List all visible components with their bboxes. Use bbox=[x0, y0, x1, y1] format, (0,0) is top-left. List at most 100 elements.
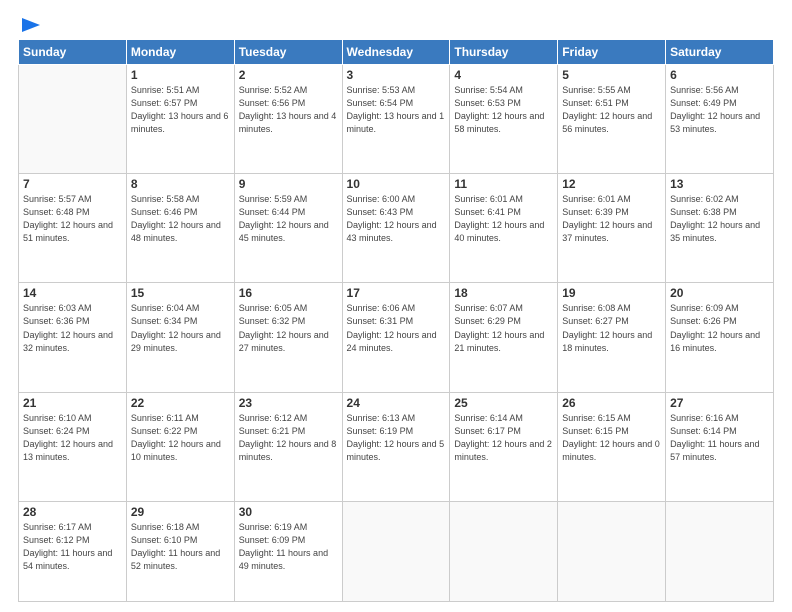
day-number: 23 bbox=[239, 396, 338, 410]
cell-daylight-info: Daylight: 12 hours and 29 minutes. bbox=[131, 329, 230, 355]
calendar-week-row: 7Sunrise: 5:57 AMSunset: 6:48 PMDaylight… bbox=[19, 174, 774, 283]
cell-daylight-info: Daylight: 13 hours and 6 minutes. bbox=[131, 110, 230, 136]
cell-daylight-info: Daylight: 12 hours and 24 minutes. bbox=[347, 329, 446, 355]
cell-sunset-info: Sunset: 6:34 PM bbox=[131, 315, 230, 328]
cell-daylight-info: Daylight: 11 hours and 54 minutes. bbox=[23, 547, 122, 573]
cell-sunset-info: Sunset: 6:10 PM bbox=[131, 534, 230, 547]
cell-daylight-info: Daylight: 12 hours and 35 minutes. bbox=[670, 219, 769, 245]
cell-sunset-info: Sunset: 6:29 PM bbox=[454, 315, 553, 328]
cell-sunset-info: Sunset: 6:14 PM bbox=[670, 425, 769, 438]
day-number: 8 bbox=[131, 177, 230, 191]
day-number: 10 bbox=[347, 177, 446, 191]
cell-sun-info: Sunrise: 6:02 AM bbox=[670, 193, 769, 206]
cell-daylight-info: Daylight: 12 hours and 51 minutes. bbox=[23, 219, 122, 245]
cell-daylight-info: Daylight: 12 hours and 0 minutes. bbox=[562, 438, 661, 464]
cell-sun-info: Sunrise: 5:53 AM bbox=[347, 84, 446, 97]
cell-daylight-info: Daylight: 12 hours and 53 minutes. bbox=[670, 110, 769, 136]
cell-sun-info: Sunrise: 5:57 AM bbox=[23, 193, 122, 206]
cell-daylight-info: Daylight: 12 hours and 2 minutes. bbox=[454, 438, 553, 464]
table-row: 29Sunrise: 6:18 AMSunset: 6:10 PMDayligh… bbox=[126, 501, 234, 601]
cell-daylight-info: Daylight: 12 hours and 8 minutes. bbox=[239, 438, 338, 464]
cell-sunset-info: Sunset: 6:36 PM bbox=[23, 315, 122, 328]
cell-sunset-info: Sunset: 6:49 PM bbox=[670, 97, 769, 110]
header-sunday: Sunday bbox=[19, 40, 127, 65]
day-number: 16 bbox=[239, 286, 338, 300]
cell-sun-info: Sunrise: 5:56 AM bbox=[670, 84, 769, 97]
cell-sun-info: Sunrise: 6:08 AM bbox=[562, 302, 661, 315]
table-row: 21Sunrise: 6:10 AMSunset: 6:24 PMDayligh… bbox=[19, 392, 127, 501]
page: Sunday Monday Tuesday Wednesday Thursday… bbox=[0, 0, 792, 612]
table-row: 5 Sunrise: 5:55 AMSunset: 6:51 PMDaylight… bbox=[558, 65, 666, 174]
cell-sunset-info: Sunset: 6:26 PM bbox=[670, 315, 769, 328]
calendar-table: Sunday Monday Tuesday Wednesday Thursday… bbox=[18, 39, 774, 602]
table-row: 15Sunrise: 6:04 AMSunset: 6:34 PMDayligh… bbox=[126, 283, 234, 392]
cell-sun-info: Sunrise: 6:07 AM bbox=[454, 302, 553, 315]
header-tuesday: Tuesday bbox=[234, 40, 342, 65]
day-number: 28 bbox=[23, 505, 122, 519]
cell-sun-info: Sunrise: 6:18 AM bbox=[131, 521, 230, 534]
cell-sunset-info: Sunset: 6:15 PM bbox=[562, 425, 661, 438]
cell-sunset-info: Sunset: 6:43 PM bbox=[347, 206, 446, 219]
table-row: 22Sunrise: 6:11 AMSunset: 6:22 PMDayligh… bbox=[126, 392, 234, 501]
cell-sunset-info: Sunset: 6:12 PM bbox=[23, 534, 122, 547]
cell-daylight-info: Daylight: 13 hours and 4 minutes. bbox=[239, 110, 338, 136]
table-row: 2Sunrise: 5:52 AMSunset: 6:56 PMDaylight… bbox=[234, 65, 342, 174]
table-row: 25Sunrise: 6:14 AMSunset: 6:17 PMDayligh… bbox=[450, 392, 558, 501]
table-row: 7Sunrise: 5:57 AMSunset: 6:48 PMDaylight… bbox=[19, 174, 127, 283]
day-number: 2 bbox=[239, 68, 338, 82]
cell-sunset-info: Sunset: 6:17 PM bbox=[454, 425, 553, 438]
cell-sun-info: Sunrise: 6:11 AM bbox=[131, 412, 230, 425]
cell-sun-info: Sunrise: 5:59 AM bbox=[239, 193, 338, 206]
calendar-week-row: 1Sunrise: 5:51 AMSunset: 6:57 PMDaylight… bbox=[19, 65, 774, 174]
cell-sunset-info: Sunset: 6:19 PM bbox=[347, 425, 446, 438]
cell-daylight-info: Daylight: 11 hours and 57 minutes. bbox=[670, 438, 769, 464]
table-row: 14Sunrise: 6:03 AMSunset: 6:36 PMDayligh… bbox=[19, 283, 127, 392]
day-number: 24 bbox=[347, 396, 446, 410]
cell-daylight-info: Daylight: 11 hours and 49 minutes. bbox=[239, 547, 338, 573]
cell-daylight-info: Daylight: 12 hours and 21 minutes. bbox=[454, 329, 553, 355]
cell-daylight-info: Daylight: 12 hours and 13 minutes. bbox=[23, 438, 122, 464]
cell-sun-info: Sunrise: 6:06 AM bbox=[347, 302, 446, 315]
cell-sun-info: Sunrise: 5:58 AM bbox=[131, 193, 230, 206]
day-number: 21 bbox=[23, 396, 122, 410]
day-number: 15 bbox=[131, 286, 230, 300]
cell-daylight-info: Daylight: 12 hours and 5 minutes. bbox=[347, 438, 446, 464]
table-row bbox=[666, 501, 774, 601]
day-number: 17 bbox=[347, 286, 446, 300]
day-number: 14 bbox=[23, 286, 122, 300]
day-number: 25 bbox=[454, 396, 553, 410]
cell-daylight-info: Daylight: 12 hours and 10 minutes. bbox=[131, 438, 230, 464]
table-row: 17Sunrise: 6:06 AMSunset: 6:31 PMDayligh… bbox=[342, 283, 450, 392]
day-number: 11 bbox=[454, 177, 553, 191]
header-monday: Monday bbox=[126, 40, 234, 65]
cell-daylight-info: Daylight: 12 hours and 27 minutes. bbox=[239, 329, 338, 355]
header bbox=[18, 18, 774, 33]
cell-sun-info: Sunrise: 6:12 AM bbox=[239, 412, 338, 425]
cell-sunset-info: Sunset: 6:53 PM bbox=[454, 97, 553, 110]
day-number: 6 bbox=[670, 68, 769, 82]
table-row bbox=[450, 501, 558, 601]
cell-sunset-info: Sunset: 6:51 PM bbox=[562, 97, 661, 110]
calendar-week-row: 14Sunrise: 6:03 AMSunset: 6:36 PMDayligh… bbox=[19, 283, 774, 392]
cell-daylight-info: Daylight: 12 hours and 45 minutes. bbox=[239, 219, 338, 245]
table-row: 12Sunrise: 6:01 AMSunset: 6:39 PMDayligh… bbox=[558, 174, 666, 283]
table-row bbox=[342, 501, 450, 601]
cell-daylight-info: Daylight: 12 hours and 56 minutes. bbox=[562, 110, 661, 136]
header-saturday: Saturday bbox=[666, 40, 774, 65]
header-friday: Friday bbox=[558, 40, 666, 65]
day-number: 4 bbox=[454, 68, 553, 82]
cell-daylight-info: Daylight: 12 hours and 37 minutes. bbox=[562, 219, 661, 245]
table-row: 23Sunrise: 6:12 AMSunset: 6:21 PMDayligh… bbox=[234, 392, 342, 501]
table-row: 9Sunrise: 5:59 AMSunset: 6:44 PMDaylight… bbox=[234, 174, 342, 283]
cell-daylight-info: Daylight: 11 hours and 52 minutes. bbox=[131, 547, 230, 573]
cell-sun-info: Sunrise: 5:55 AM bbox=[562, 84, 661, 97]
cell-sunset-info: Sunset: 6:57 PM bbox=[131, 97, 230, 110]
table-row: 3Sunrise: 5:53 AMSunset: 6:54 PMDaylight… bbox=[342, 65, 450, 174]
day-number: 5 bbox=[562, 68, 661, 82]
cell-sun-info: Sunrise: 6:10 AM bbox=[23, 412, 122, 425]
logo bbox=[18, 18, 42, 33]
day-number: 13 bbox=[670, 177, 769, 191]
day-number: 27 bbox=[670, 396, 769, 410]
cell-daylight-info: Daylight: 12 hours and 16 minutes. bbox=[670, 329, 769, 355]
logo-flag-icon bbox=[20, 18, 42, 33]
